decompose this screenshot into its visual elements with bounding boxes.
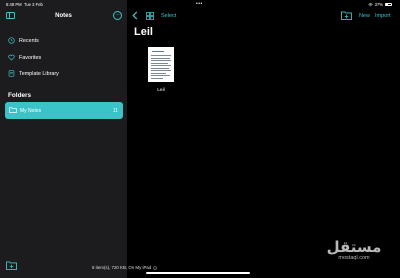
sidebar-item-label: Template Library: [19, 70, 59, 77]
battery-percent: 37%: [374, 2, 383, 7]
multitask-dots[interactable]: •••: [196, 1, 203, 7]
sidebar-item-label: Favorites: [19, 54, 42, 61]
folder-count: 11: [112, 107, 118, 114]
sidebar-title: Notes: [55, 13, 72, 19]
new-folder-icon[interactable]: [6, 261, 17, 270]
folder-item-my-notes[interactable]: My Notes 11: [5, 102, 123, 119]
page-title: Leil: [134, 26, 153, 38]
sidebar-item-recents[interactable]: Recents: [8, 37, 39, 44]
document-name[interactable]: Leil: [148, 88, 174, 93]
grid-view-icon[interactable]: [146, 12, 154, 20]
document-thumbnail[interactable]: [148, 47, 174, 82]
sidebar: Notes ··· Recents Favorites Template Lib…: [0, 0, 127, 278]
import-button[interactable]: Import: [375, 13, 391, 19]
select-button[interactable]: Select: [161, 13, 176, 19]
new-folder-icon[interactable]: [341, 11, 352, 20]
watermark-logo: مستقل mostaql.com: [318, 238, 390, 272]
folder-label: My Notes: [20, 107, 42, 114]
template-icon: [8, 70, 15, 77]
info-icon[interactable]: [152, 265, 157, 270]
watermark-arabic: مستقل: [326, 238, 382, 256]
more-options-icon[interactable]: ···: [113, 11, 122, 20]
storage-info: 8 item(s), 720 KB, On My iPad: [92, 265, 157, 270]
new-button[interactable]: New: [359, 13, 370, 19]
wifi-icon: [367, 2, 373, 6]
battery-icon: [385, 2, 392, 7]
status-indicators: 37%: [367, 2, 392, 7]
sidebar-item-template-library[interactable]: Template Library: [8, 70, 59, 77]
heart-icon: [8, 54, 15, 61]
clock-icon: [8, 37, 15, 44]
status-bar: 8:48 PM Tue 3 Feb ••• 37%: [0, 0, 400, 9]
status-clock: 8:48 PM: [6, 2, 22, 7]
main-content: Select New Import Leil Leil: [127, 0, 400, 278]
folders-heading: Folders: [8, 92, 32, 99]
sidebar-item-favorites[interactable]: Favorites: [8, 54, 41, 61]
folder-icon: [9, 107, 17, 113]
storage-info-text: 8 item(s), 720 KB, On My iPad: [92, 265, 152, 270]
sidebar-item-label: Recents: [19, 37, 39, 44]
chevron-left-icon[interactable]: [131, 11, 139, 20]
status-time: 8:48 PM Tue 3 Feb: [6, 2, 43, 7]
status-date: Tue 3 Feb: [23, 2, 43, 7]
